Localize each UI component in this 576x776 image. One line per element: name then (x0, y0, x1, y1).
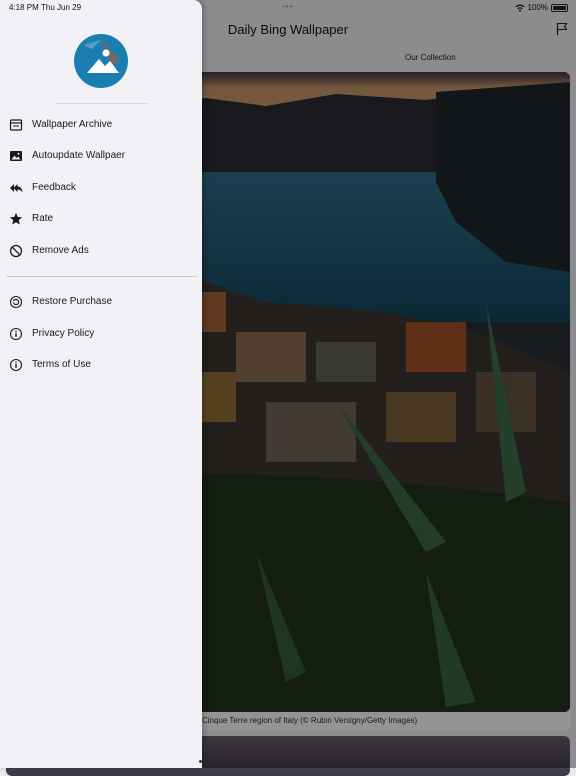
home-indicator (199, 760, 202, 763)
section-divider (6, 276, 197, 277)
menu-label: Restore Purchase (32, 296, 113, 307)
image-icon (10, 151, 22, 161)
restore-icon (9, 295, 23, 309)
menu-item-terms-of-use[interactable]: Terms of Use (0, 352, 202, 378)
block-icon (9, 244, 23, 258)
status-time: 4:18 PM (9, 3, 39, 12)
menu-label: Autoupdate Wallpaer (32, 150, 126, 161)
info-icon (9, 358, 23, 372)
menu-label: Privacy Policy (32, 328, 95, 339)
menu-item-remove-ads[interactable]: Remove Ads (0, 238, 202, 264)
status-date: Thu Jun 29 (41, 3, 82, 12)
menu-label: Remove Ads (32, 245, 89, 256)
menu-label: Wallpaper Archive (32, 119, 113, 130)
menu-item-restore-purchase[interactable]: Restore Purchase (0, 289, 202, 315)
star-icon (10, 213, 22, 225)
mountain-photo-icon (74, 34, 128, 88)
archive-icon (9, 119, 23, 131)
menu-item-wallpaper-archive[interactable]: Wallpaper Archive (0, 112, 202, 138)
menu-item-feedback[interactable]: Feedback (0, 175, 202, 201)
menu-label: Feedback (32, 182, 76, 193)
reply-all-icon (10, 184, 23, 193)
menu-label: Rate (32, 213, 54, 224)
logo-divider (55, 103, 148, 104)
menu-item-rate[interactable]: Rate (0, 206, 202, 232)
side-drawer: 4:18 PM Thu Jun 29 Wallpaper Archive Aut… (0, 0, 202, 768)
info-icon (9, 327, 23, 341)
menu-item-privacy-policy[interactable]: Privacy Policy (0, 321, 202, 347)
menu-label: Terms of Use (32, 359, 91, 370)
menu-item-autoupdate-wallpaper[interactable]: Autoupdate Wallpaer (0, 143, 202, 169)
